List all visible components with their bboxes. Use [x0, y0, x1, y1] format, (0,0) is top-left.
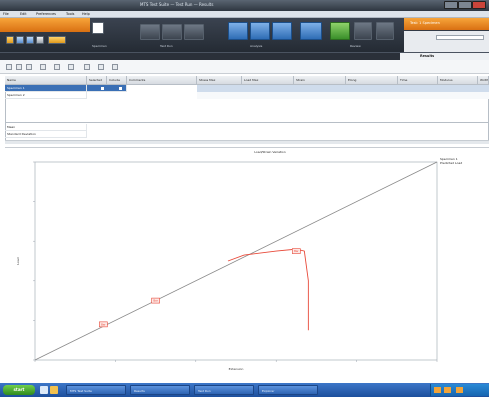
upload-icon[interactable]	[228, 22, 248, 40]
table-divider	[5, 122, 489, 123]
column-header-time[interactable]: Time	[398, 76, 438, 85]
test-run-button-2[interactable]	[162, 24, 182, 40]
column-header-strain[interactable]: Strain	[294, 76, 346, 85]
save-icon[interactable]	[26, 36, 34, 44]
table-row-name[interactable]: Specimen 2	[5, 92, 87, 99]
new-icon[interactable]	[6, 36, 14, 44]
export-icon[interactable]	[272, 22, 292, 40]
close-button[interactable]	[472, 1, 486, 9]
maximize-button[interactable]	[458, 1, 472, 9]
explorer-icon[interactable]	[50, 386, 58, 394]
column-header-load-max[interactable]: Load Max	[242, 76, 294, 85]
chart-icon[interactable]	[84, 64, 90, 70]
stop-icon[interactable]	[354, 22, 372, 40]
column-header-elong[interactable]: Elong	[346, 76, 398, 85]
menu-tools[interactable]: Tools	[66, 12, 74, 17]
table-icon[interactable]	[98, 64, 104, 70]
config-icon[interactable]	[48, 36, 66, 44]
specimen-icon[interactable]	[92, 22, 104, 34]
selected-checkbox[interactable]	[101, 87, 104, 90]
stats-row-std-dev: Standard Deviation	[5, 131, 87, 138]
include-checkbox[interactable]	[119, 87, 122, 90]
print-icon[interactable]	[36, 36, 44, 44]
columns-icon[interactable]	[54, 64, 60, 70]
column-header-include[interactable]: Include	[107, 76, 127, 85]
test-run-button-3[interactable]	[184, 24, 204, 40]
minimize-button[interactable]	[444, 1, 458, 9]
report-icon[interactable]	[300, 22, 322, 40]
y-axis-label: Load	[16, 257, 20, 264]
menu-bar: File Edit Preferences Tools Help	[0, 11, 489, 18]
app-menu-button[interactable]	[0, 18, 90, 32]
taskbar-item[interactable]: Results	[130, 385, 190, 395]
ribbon-group-test-run: Test Run	[160, 44, 173, 48]
x-axis-label: Extension	[229, 367, 244, 371]
forward-icon[interactable]	[16, 64, 22, 70]
reset-icon[interactable]	[376, 22, 394, 40]
menu-help[interactable]: Help	[82, 12, 90, 17]
menu-edit[interactable]: Edit	[20, 12, 27, 17]
taskbar-item[interactable]: MTS Test Suite	[66, 385, 126, 395]
ribbon-group-specimen: Specimen	[92, 44, 107, 48]
open-icon[interactable]	[16, 36, 24, 44]
taskbar-item[interactable]: Explorer	[258, 385, 318, 395]
stats-row-mean: Mean	[5, 124, 87, 131]
table-horizontal-scrollbar[interactable]	[5, 140, 489, 144]
column-header-name[interactable]: Name	[5, 76, 87, 85]
export-table-icon[interactable]	[112, 64, 118, 70]
test-info-title: Test: 1 Specimen	[410, 21, 440, 25]
refresh-icon[interactable]	[26, 64, 32, 70]
column-header-width[interactable]: Width	[478, 76, 489, 85]
tray-icon[interactable]	[434, 387, 441, 393]
column-header-stress-max[interactable]: Stress Max	[197, 76, 242, 85]
ribbon-group-analysis: Analysis	[250, 44, 263, 48]
test-selector[interactable]	[436, 35, 484, 40]
menu-file[interactable]: File	[3, 12, 9, 17]
table-row-name[interactable]: Specimen 1	[5, 85, 87, 92]
run-icon[interactable]	[330, 22, 350, 40]
back-icon[interactable]	[6, 64, 12, 70]
quick-launch-icon[interactable]	[40, 386, 48, 394]
menu-preferences[interactable]: Preferences	[36, 12, 56, 17]
tray-icon[interactable]	[444, 387, 451, 393]
column-header-modulus[interactable]: Modulus	[438, 76, 478, 85]
taskbar-item[interactable]: Test Run	[194, 385, 254, 395]
rows-icon[interactable]	[68, 64, 74, 70]
tab-results[interactable]: Results	[400, 53, 489, 60]
download-icon[interactable]	[250, 22, 270, 40]
window-title: MTS Test Suite — Test Run — Results	[140, 2, 214, 7]
table-row-values	[197, 92, 489, 99]
tray-icon[interactable]	[456, 387, 463, 393]
table-row-values	[197, 85, 489, 92]
start-button[interactable]: start	[3, 385, 35, 395]
line-chart: LoadExtensionBarBarBar	[16, 161, 438, 371]
ribbon-group-review: Review	[350, 44, 361, 48]
column-header-comments[interactable]: Comments	[127, 76, 197, 85]
column-header-selected[interactable]: Selected	[87, 76, 107, 85]
test-run-button[interactable]	[140, 24, 160, 40]
filter-icon[interactable]	[40, 64, 46, 70]
